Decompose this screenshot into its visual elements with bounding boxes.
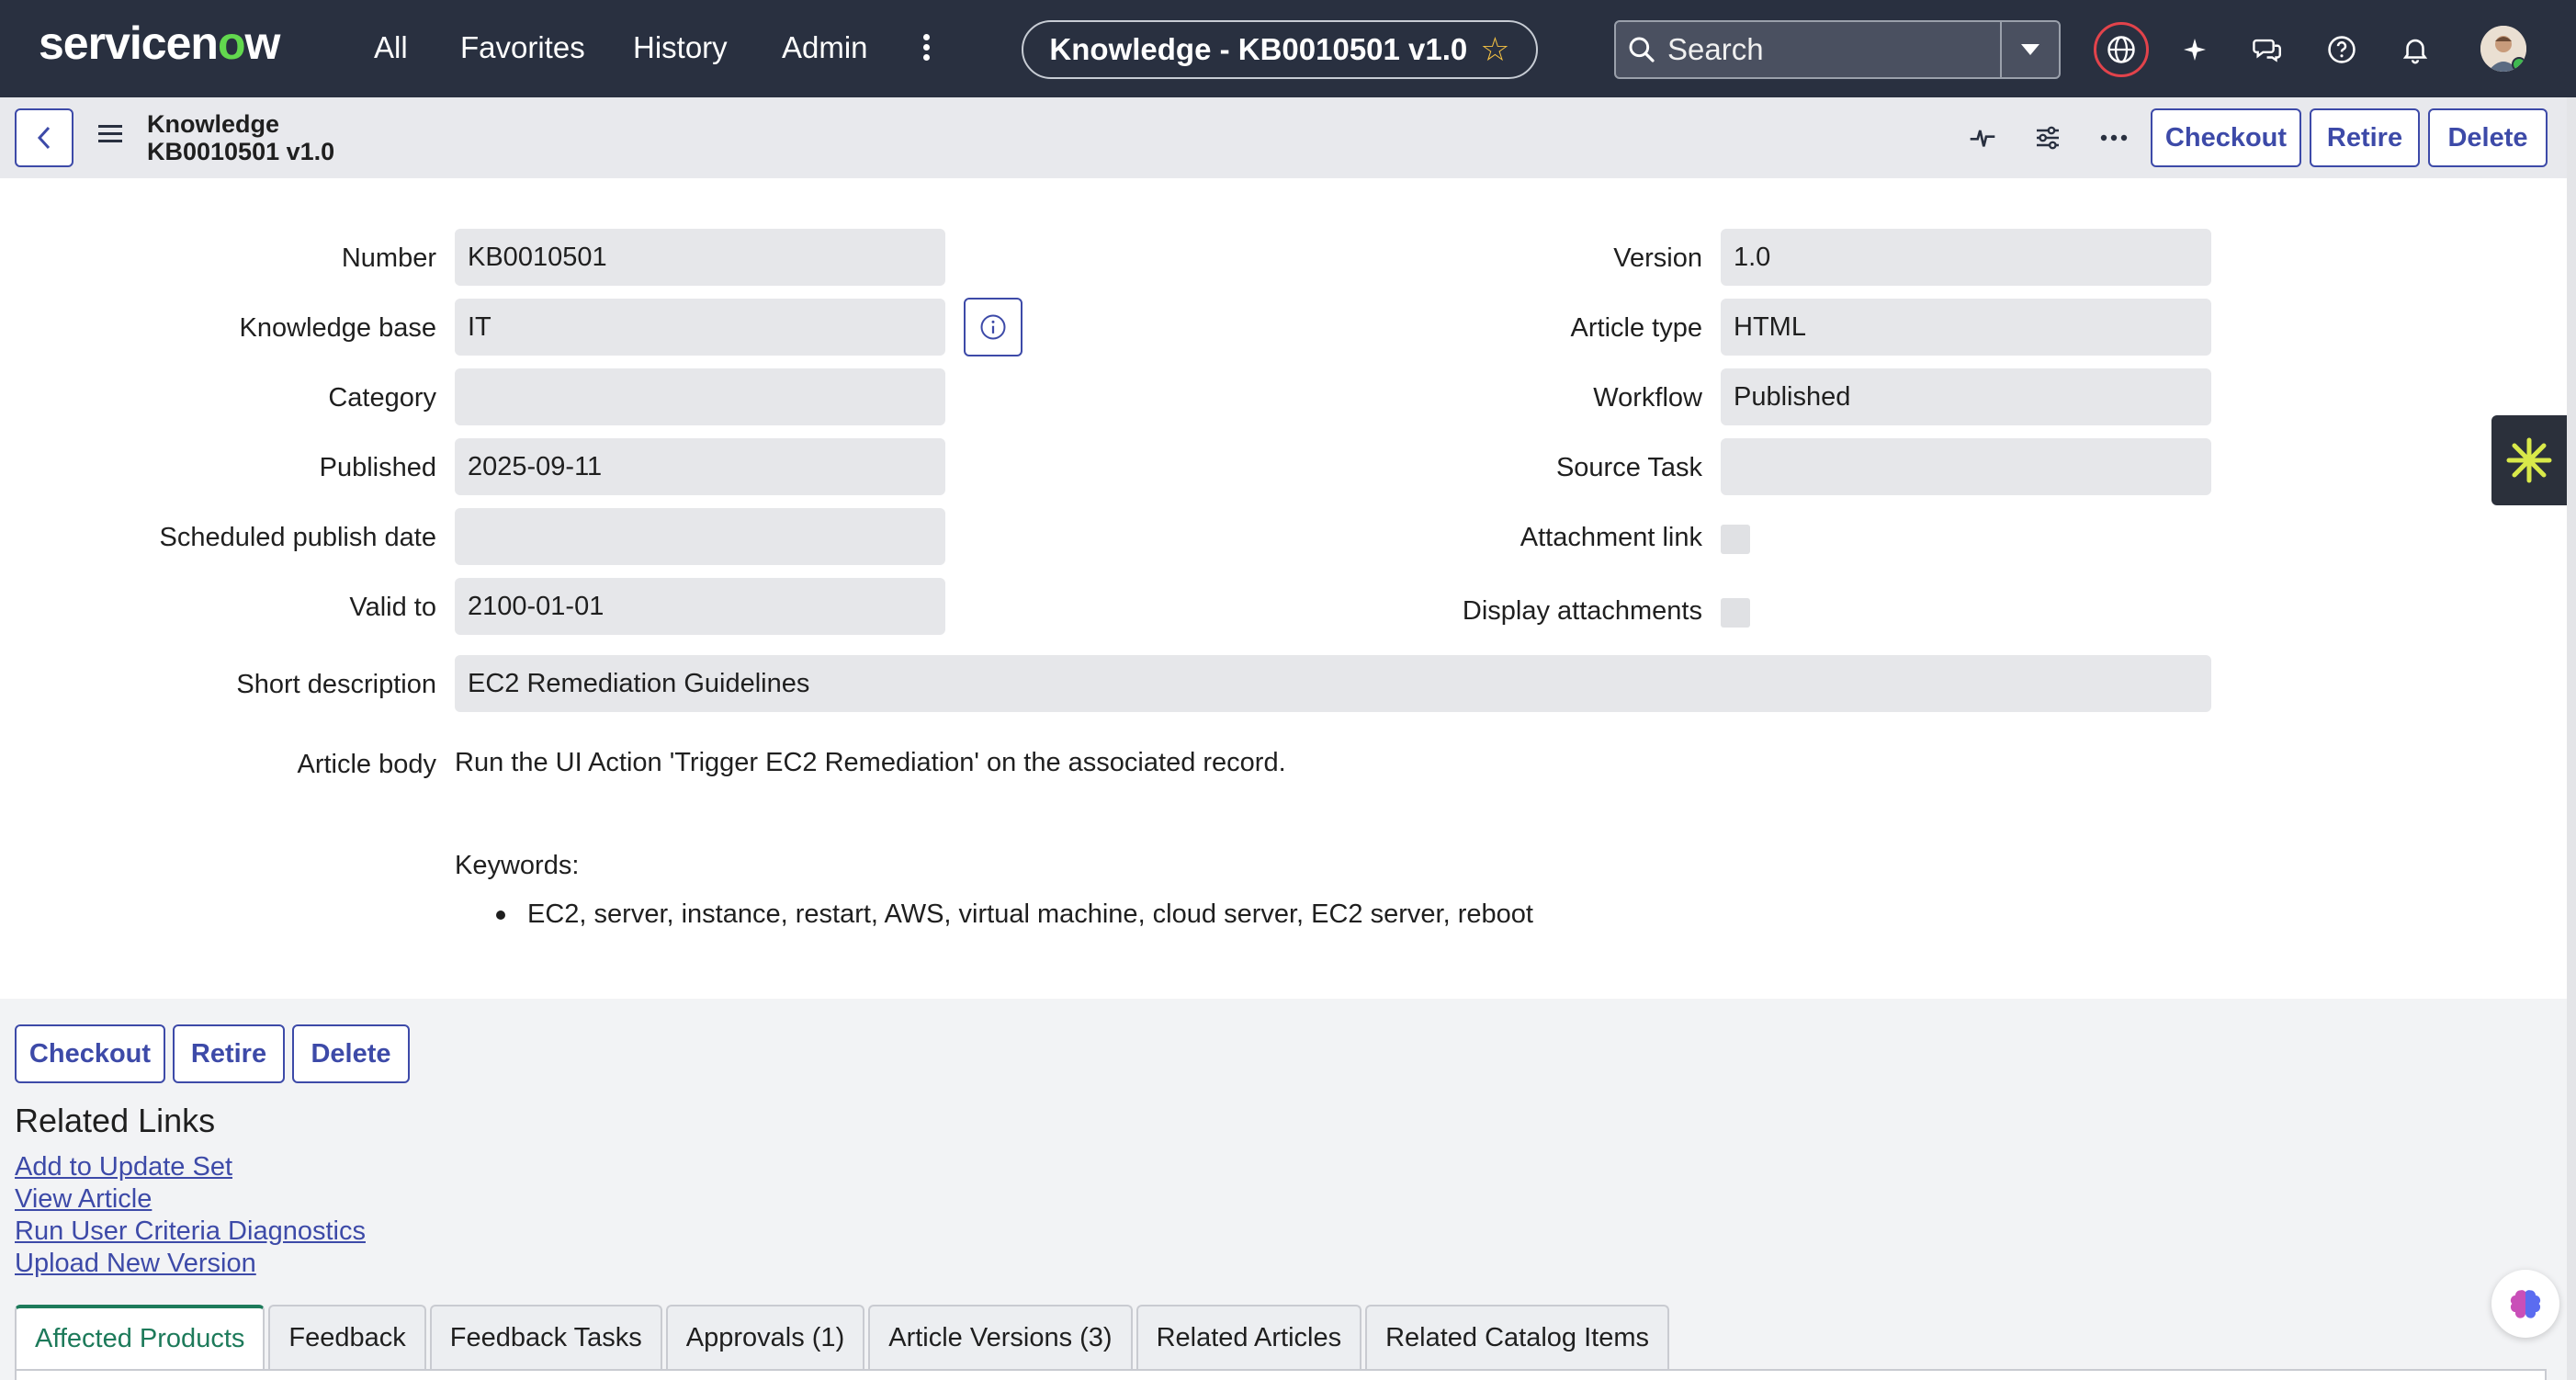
nav-favorites[interactable]: Favorites [460, 30, 585, 65]
version-label: Version [1613, 243, 1702, 273]
tab-article-versions[interactable]: Article Versions (3) [868, 1305, 1133, 1369]
more-menu-icon[interactable] [917, 31, 935, 68]
number-field[interactable]: KB0010501 [455, 229, 945, 286]
record-title: Knowledge - KB0010501 v1.0 [1049, 32, 1468, 66]
globe-icon[interactable] [2094, 22, 2149, 77]
short-description-field[interactable]: EC2 Remediation Guidelines [455, 655, 2211, 712]
article-type-label: Article type [1570, 313, 1702, 343]
valid-to-label: Valid to [349, 593, 436, 622]
form-header: Knowledge KB0010501 v1.0 Checkout Retire… [0, 97, 2576, 178]
display-attachments-checkbox[interactable] [1721, 598, 1750, 628]
short-description-label: Short description [236, 670, 436, 699]
sparkle-icon[interactable] [2168, 24, 2221, 75]
breadcrumb-table: Knowledge [147, 110, 280, 138]
bottom-delete-button[interactable]: Delete [292, 1024, 410, 1083]
upload-new-version-link[interactable]: Upload New Version [15, 1249, 256, 1279]
more-options-icon[interactable] [2092, 116, 2136, 160]
tab-approvals[interactable]: Approvals (1) [665, 1305, 865, 1369]
category-field[interactable] [455, 368, 945, 425]
bottom-checkout-button[interactable]: Checkout [15, 1024, 165, 1083]
knowledge-base-info-button[interactable] [964, 298, 1022, 356]
related-lists-tabs: Affected Products Feedback Feedback Task… [15, 1305, 1670, 1380]
back-button[interactable] [15, 108, 73, 167]
asterisk-burst-icon [2506, 437, 2552, 483]
keywords-heading: Keywords: [455, 851, 580, 880]
chevron-left-icon [37, 126, 51, 150]
nav-admin[interactable]: Admin [782, 30, 868, 65]
article-type-field[interactable]: HTML [1721, 299, 2211, 356]
search-scope-dropdown-icon[interactable] [2000, 22, 2059, 77]
nav-all[interactable]: All [374, 30, 408, 65]
servicenow-logo[interactable]: servicenow [39, 17, 280, 70]
user-avatar[interactable] [2480, 26, 2526, 72]
activity-pulse-icon[interactable] [1960, 116, 2005, 160]
knowledge-base-field[interactable]: IT [455, 299, 945, 356]
keywords-list-item: EC2, server, instance, restart, AWS, vir… [496, 899, 1533, 929]
online-status-dot [2512, 57, 2526, 72]
now-assist-panel-button[interactable] [2491, 415, 2567, 505]
workflow-label: Workflow [1593, 383, 1702, 413]
attachment-link-checkbox[interactable] [1721, 525, 1750, 554]
personalize-form-icon[interactable] [2026, 116, 2070, 160]
help-icon[interactable] [2315, 24, 2368, 75]
checkout-button[interactable]: Checkout [2151, 108, 2301, 167]
bell-icon[interactable] [2389, 24, 2442, 75]
retire-button[interactable]: Retire [2310, 108, 2420, 167]
form-context-menu-icon[interactable] [98, 125, 122, 149]
tab-related-articles[interactable]: Related Articles [1135, 1305, 1362, 1369]
valid-to-field[interactable]: 2100-01-01 [455, 578, 945, 635]
article-body-text: Run the UI Action 'Trigger EC2 Remediati… [455, 748, 1286, 777]
global-search[interactable]: Search [1614, 20, 2061, 79]
number-label: Number [341, 243, 436, 273]
scheduled-publish-date-label: Scheduled publish date [159, 523, 436, 552]
scheduled-publish-date-field[interactable] [455, 508, 945, 565]
breadcrumb-record: KB0010501 v1.0 [147, 138, 335, 165]
published-field[interactable]: 2025-09-11 [455, 438, 945, 495]
nav-history[interactable]: History [633, 30, 728, 65]
attachment-link-label: Attachment link [1520, 523, 1702, 552]
display-attachments-label: Display attachments [1462, 596, 1702, 626]
ai-assistant-brain-icon[interactable] [2491, 1270, 2559, 1338]
search-input[interactable]: Search [1667, 32, 2000, 67]
source-task-label: Source Task [1555, 453, 1702, 482]
related-links-title: Related Links [15, 1102, 216, 1139]
source-task-field[interactable] [1721, 438, 2211, 495]
version-field[interactable]: 1.0 [1721, 229, 2211, 286]
tab-feedback-tasks[interactable]: Feedback Tasks [429, 1305, 662, 1369]
info-icon [980, 314, 1006, 340]
workflow-field[interactable]: Published [1721, 368, 2211, 425]
chat-icon[interactable] [2242, 24, 2295, 75]
article-body-label: Article body [297, 750, 436, 779]
tab-related-catalog-items[interactable]: Related Catalog Items [1365, 1305, 1670, 1369]
record-title-pill[interactable]: Knowledge - KB0010501 v1.0 ☆ [1022, 20, 1538, 79]
view-article-link[interactable]: View Article [15, 1184, 152, 1215]
delete-button[interactable]: Delete [2428, 108, 2548, 167]
bottom-retire-button[interactable]: Retire [173, 1024, 285, 1083]
knowledge-base-label: Knowledge base [239, 313, 436, 343]
tab-feedback[interactable]: Feedback [268, 1305, 426, 1369]
published-label: Published [319, 453, 436, 482]
add-to-update-set-link[interactable]: Add to Update Set [15, 1152, 232, 1182]
page-scrollbar[interactable] [2567, 97, 2576, 1380]
run-user-criteria-diagnostics-link[interactable]: Run User Criteria Diagnostics [15, 1216, 366, 1247]
favorite-star-icon[interactable]: ☆ [1480, 30, 1509, 69]
top-navigation-bar: servicenow All Favorites History Admin K… [0, 0, 2576, 97]
search-icon [1616, 22, 1667, 77]
tab-affected-products[interactable]: Affected Products [15, 1305, 266, 1369]
category-label: Category [328, 383, 436, 413]
